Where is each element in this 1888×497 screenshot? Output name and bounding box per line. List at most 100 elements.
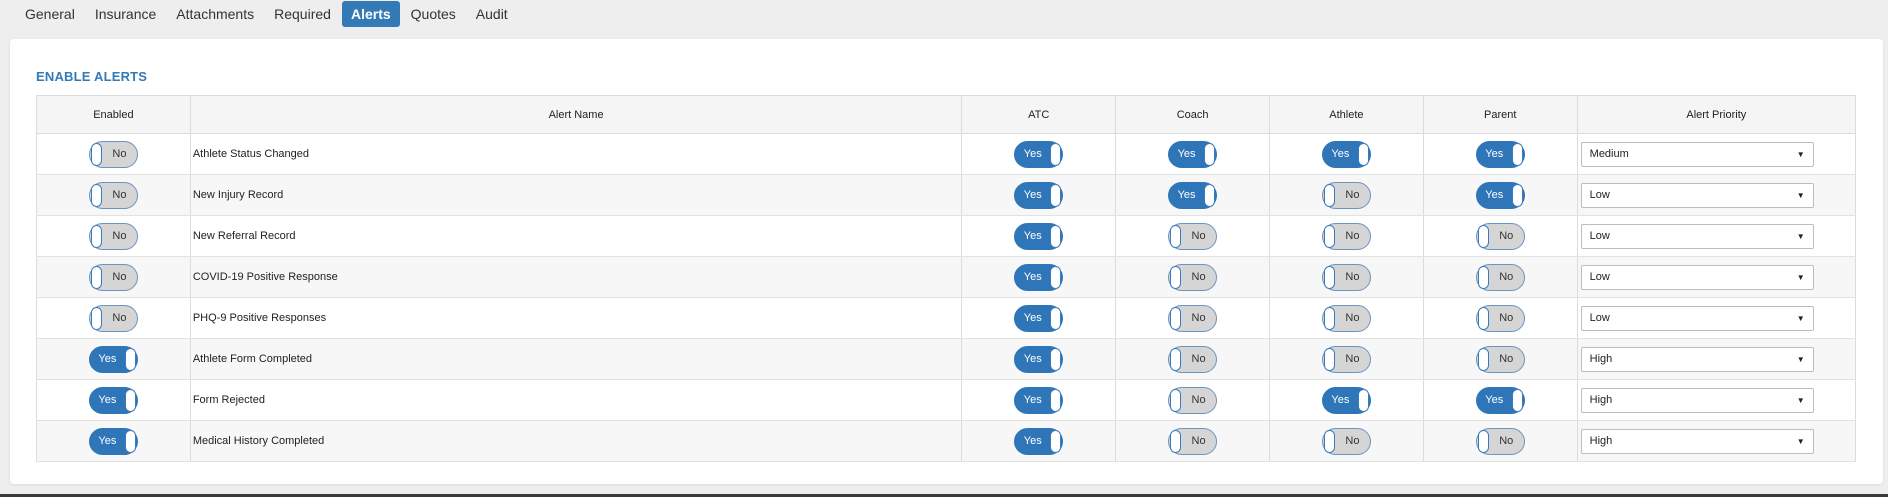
toggle-label: No (112, 230, 127, 242)
toggle-label: Yes (1485, 394, 1504, 406)
coach-toggle[interactable]: No (1168, 222, 1218, 250)
coach-cell: Yes (1115, 133, 1270, 175)
coach-toggle[interactable]: No (1168, 263, 1218, 291)
priority-value: High (1589, 353, 1613, 365)
toggle-knob (1050, 224, 1062, 248)
parent-toggle[interactable]: No (1475, 345, 1525, 373)
toggle-knob (1511, 183, 1523, 207)
athlete-toggle[interactable]: No (1321, 345, 1371, 373)
priority-cell: Low ▼ (1576, 215, 1857, 257)
tab-quotes[interactable]: Quotes (402, 1, 465, 27)
section-title: ENABLE ALERTS (36, 69, 148, 84)
tab-required[interactable]: Required (265, 1, 340, 27)
parent-cell: No (1422, 297, 1578, 339)
parent-toggle[interactable]: No (1475, 222, 1525, 250)
athlete-toggle[interactable]: No (1321, 427, 1371, 455)
priority-select[interactable]: High ▼ (1580, 428, 1814, 454)
coach-toggle[interactable]: No (1168, 345, 1218, 373)
tab-bar: General Insurance Attachments Required Alert… (0, 0, 1888, 28)
parent-toggle[interactable]: Yes (1475, 140, 1525, 168)
athlete-toggle[interactable]: No (1321, 263, 1371, 291)
atc-cell: Yes (961, 174, 1117, 216)
coach-cell: No (1115, 297, 1270, 339)
toggle-knob (90, 265, 102, 289)
tab-attachments[interactable]: Attachments (167, 1, 263, 27)
tab-alerts[interactable]: Alerts (341, 1, 400, 27)
toggle-label: No (1345, 312, 1360, 324)
col-header-enabled: Enabled (36, 95, 191, 134)
parent-toggle[interactable]: Yes (1475, 181, 1525, 209)
toggle-label: No (1499, 312, 1514, 324)
atc-cell: Yes (961, 420, 1117, 462)
caret-down-icon: ▼ (1796, 313, 1805, 323)
priority-select[interactable]: Low ▼ (1580, 223, 1814, 249)
atc-toggle[interactable]: Yes (1014, 304, 1064, 332)
athlete-toggle[interactable]: No (1321, 304, 1371, 332)
toggle-knob (90, 142, 102, 166)
priority-select[interactable]: Low ▼ (1580, 182, 1814, 208)
enabled-toggle[interactable]: No (88, 140, 138, 168)
athlete-toggle[interactable]: Yes (1321, 140, 1371, 168)
toggle-label: Yes (98, 394, 117, 406)
athlete-toggle[interactable]: No (1321, 181, 1371, 209)
enabled-toggle[interactable]: No (88, 263, 138, 291)
coach-toggle[interactable]: No (1168, 427, 1218, 455)
atc-toggle[interactable]: Yes (1014, 386, 1064, 414)
atc-toggle[interactable]: Yes (1014, 222, 1064, 250)
toggle-knob (1477, 224, 1489, 248)
enabled-toggle[interactable]: Yes (88, 345, 138, 373)
enabled-toggle[interactable]: No (88, 304, 138, 332)
parent-cell: Yes (1422, 379, 1578, 421)
enabled-toggle[interactable]: No (88, 222, 138, 250)
priority-select[interactable]: Low ▼ (1580, 305, 1814, 331)
toggle-knob (1357, 142, 1369, 166)
parent-toggle[interactable]: No (1475, 304, 1525, 332)
toggle-label: Yes (1023, 312, 1042, 324)
priority-select[interactable]: High ▼ (1580, 387, 1814, 413)
enabled-toggle[interactable]: Yes (88, 427, 138, 455)
atc-toggle[interactable]: Yes (1014, 427, 1064, 455)
athlete-toggle[interactable]: Yes (1321, 386, 1371, 414)
enabled-toggle[interactable]: No (88, 181, 138, 209)
coach-cell: No (1115, 256, 1270, 298)
toggle-label: Yes (98, 353, 117, 365)
tab-insurance[interactable]: Insurance (86, 1, 165, 27)
toggle-knob (1323, 224, 1335, 248)
parent-toggle[interactable]: No (1475, 427, 1525, 455)
atc-toggle[interactable]: Yes (1014, 181, 1064, 209)
enabled-toggle[interactable]: Yes (88, 386, 138, 414)
athlete-toggle[interactable]: No (1321, 222, 1371, 250)
parent-toggle[interactable]: Yes (1475, 386, 1525, 414)
athlete-cell: No (1269, 215, 1424, 257)
caret-down-icon: ▼ (1796, 354, 1805, 364)
coach-toggle[interactable]: No (1168, 304, 1218, 332)
toggle-label: Yes (1023, 148, 1042, 160)
coach-cell: No (1115, 215, 1270, 257)
alert-name-cell: Medical History Completed (189, 420, 963, 462)
col-header-coach: Coach (1115, 95, 1270, 134)
toggle-knob (1050, 265, 1062, 289)
atc-toggle[interactable]: Yes (1014, 345, 1064, 373)
toggle-knob (1050, 347, 1062, 371)
tab-audit[interactable]: Audit (467, 1, 517, 27)
coach-toggle[interactable]: Yes (1168, 181, 1218, 209)
priority-value: High (1589, 394, 1613, 406)
toggle-knob (1170, 347, 1182, 371)
priority-select[interactable]: Medium ▼ (1580, 141, 1814, 167)
enabled-cell: Yes (36, 338, 191, 380)
coach-toggle[interactable]: No (1168, 386, 1218, 414)
toggle-label: Yes (1485, 148, 1504, 160)
parent-toggle[interactable]: No (1475, 263, 1525, 291)
priority-select[interactable]: High ▼ (1580, 346, 1814, 372)
priority-cell: High ▼ (1576, 338, 1857, 380)
priority-select[interactable]: Low ▼ (1580, 264, 1814, 290)
toggle-knob (1511, 388, 1523, 412)
toggle-knob (1204, 183, 1216, 207)
coach-toggle[interactable]: Yes (1168, 140, 1218, 168)
tab-general[interactable]: General (16, 1, 84, 27)
priority-value: Low (1589, 271, 1610, 283)
atc-toggle[interactable]: Yes (1014, 263, 1064, 291)
toggle-knob (1050, 183, 1062, 207)
priority-value: Low (1589, 189, 1610, 201)
atc-toggle[interactable]: Yes (1014, 140, 1064, 168)
